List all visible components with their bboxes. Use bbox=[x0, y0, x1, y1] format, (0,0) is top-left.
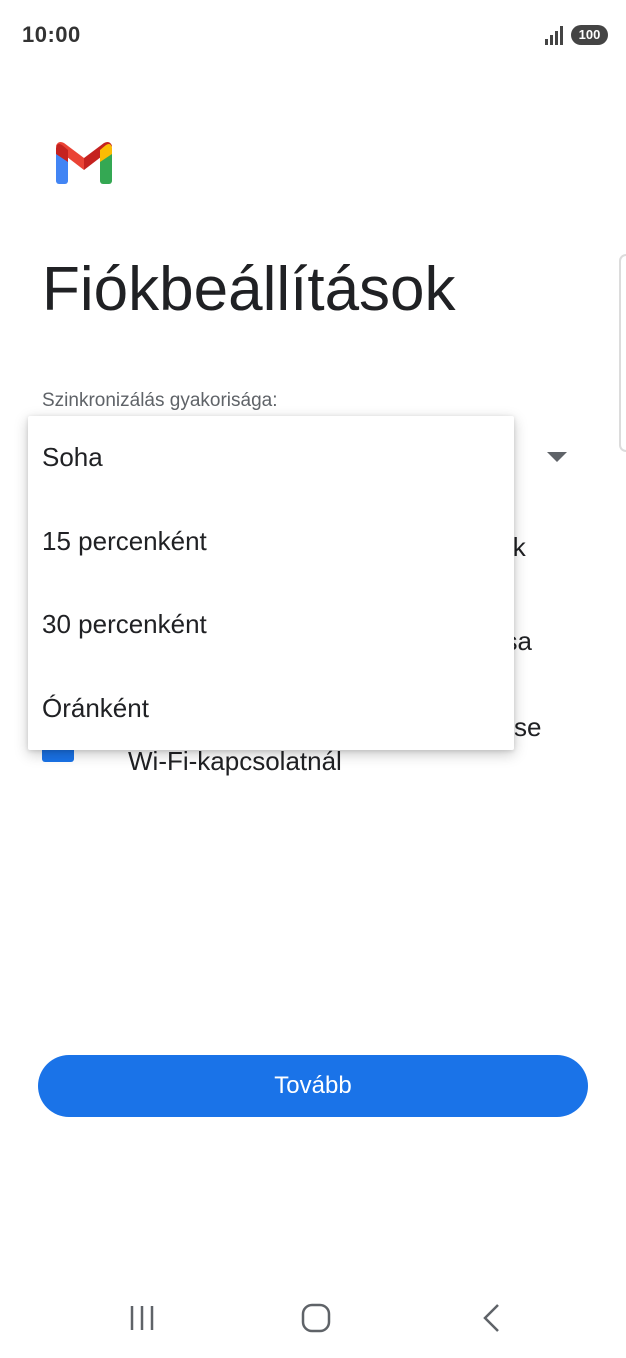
wifi-download-label: Wi-Fi-kapcsolatnál bbox=[128, 746, 342, 776]
status-time: 10:00 bbox=[22, 22, 81, 47]
battery-level-badge: 100 bbox=[571, 25, 608, 45]
dropdown-option-30-min[interactable]: 30 percenként bbox=[28, 583, 514, 667]
gmail-logo-icon bbox=[56, 142, 112, 184]
dropdown-option-never[interactable]: Soha bbox=[28, 416, 514, 500]
continue-button[interactable]: Tovább bbox=[38, 1055, 588, 1117]
recent-apps-icon[interactable] bbox=[126, 1302, 158, 1334]
back-icon[interactable] bbox=[476, 1302, 508, 1334]
navigation-bar bbox=[0, 1278, 626, 1358]
dropdown-arrow-icon[interactable] bbox=[547, 452, 567, 462]
scrollbar[interactable] bbox=[619, 254, 626, 452]
status-bar: 10:00 100 bbox=[0, 0, 626, 70]
dropdown-option-hourly[interactable]: Óránként bbox=[28, 667, 514, 751]
page-title: Fiókbeállítások bbox=[42, 255, 456, 324]
dropdown-option-15-min[interactable]: 15 percenként bbox=[28, 500, 514, 584]
home-icon[interactable] bbox=[300, 1302, 332, 1334]
sync-frequency-dropdown-menu: Soha 15 percenként 30 percenként Óránkén… bbox=[28, 416, 514, 750]
background-option-text: se bbox=[514, 712, 542, 742]
sync-frequency-label: Szinkronizálás gyakorisága: bbox=[42, 390, 278, 411]
cellular-signal-icon bbox=[545, 26, 563, 45]
